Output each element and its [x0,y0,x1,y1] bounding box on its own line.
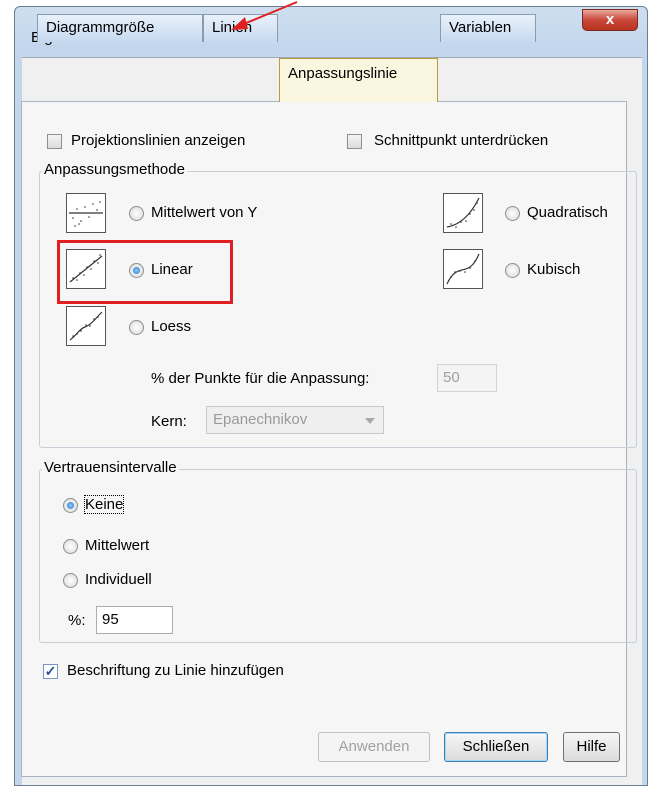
apply-button[interactable]: Anwenden [318,732,430,762]
linear-highlight-box [57,240,233,304]
points-percent-label: % der Punkte für die Anpassung: [151,370,370,387]
mean-y-radio[interactable] [129,206,144,221]
quadratic-radio[interactable] [505,206,520,221]
mean-y-label: Mittelwert von Y [151,204,258,221]
confidence-legend: Vertrauensintervalle [42,459,179,476]
projection-lines-label: Projektionslinien anzeigen [71,132,246,149]
tab-diagram-size[interactable]: Diagrammgröße [37,14,203,42]
loess-radio[interactable] [129,320,144,335]
cubic-label: Kubisch [527,261,581,278]
points-percent-input[interactable]: 50 [437,364,497,392]
close-button[interactable]: Schließen [444,732,548,762]
fit-method-legend: Anpassungsmethode [42,161,187,178]
ci-percent-input[interactable]: 95 [96,606,173,634]
loess-label: Loess [151,318,192,335]
loess-icon [66,306,106,346]
close-window-button[interactable]: x [582,9,638,31]
cubic-radio[interactable] [505,263,520,278]
mean-y-icon [66,193,106,233]
cubic-icon [443,249,483,289]
suppress-intercept-label: Schnittpunkt unterdrücken [374,132,549,149]
add-label-checkbox[interactable]: ✓ [43,664,58,679]
annotation-arrow [231,1,298,30]
quadratic-icon [443,193,483,233]
quadratic-label: Quadratisch [527,204,608,221]
chevron-down-icon [365,418,375,424]
ci-individual-label: Individuell [85,571,152,588]
tab-fit-line[interactable]: Anpassungslinie [279,58,438,102]
ci-mean-radio[interactable] [63,539,78,554]
ci-none-label: Keine [83,495,125,514]
help-button[interactable]: Hilfe [563,732,620,762]
kernel-label: Kern: [151,413,187,430]
ci-none-radio[interactable] [63,498,78,513]
kernel-select[interactable]: Epanechnikov [206,406,384,434]
ci-individual-radio[interactable] [63,573,78,588]
tab-variables[interactable]: Variablen [440,14,536,42]
projection-lines-checkbox[interactable] [47,134,62,149]
ci-percent-label: %: [68,612,86,629]
suppress-intercept-checkbox[interactable] [347,134,362,149]
add-label-label: Beschriftung zu Linie hinzufügen [67,662,284,679]
ci-mean-label: Mittelwert [85,537,150,554]
kernel-select-value: Epanechnikov [213,411,308,428]
